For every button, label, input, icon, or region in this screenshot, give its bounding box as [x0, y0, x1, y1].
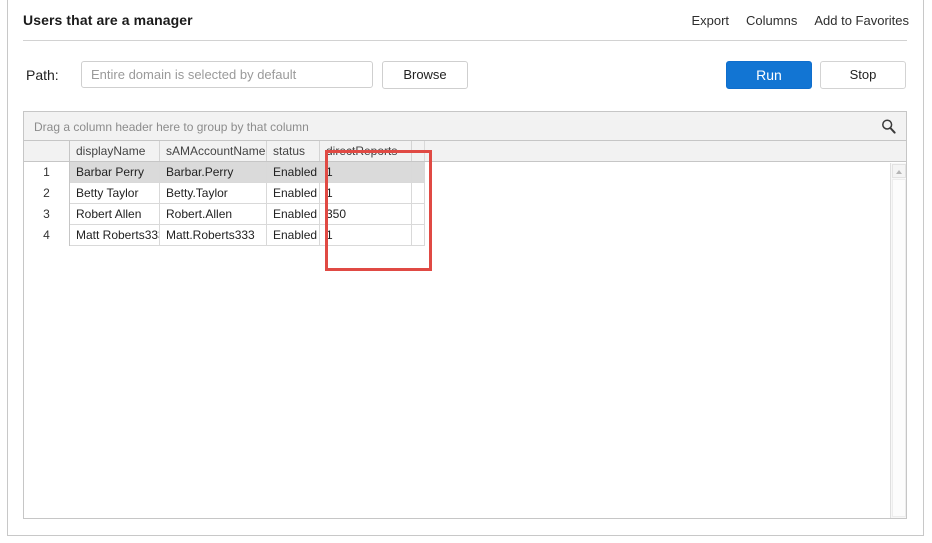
cell-displayname[interactable]: Betty Taylor: [70, 183, 160, 204]
grid-header-row: displayName sAMAccountName status direct…: [24, 141, 906, 162]
cell-directreports[interactable]: 1: [320, 225, 412, 246]
header-actions: Export Columns Add to Favorites: [691, 13, 909, 28]
page-title: Users that are a manager: [23, 12, 193, 28]
path-label: Path:: [26, 67, 59, 83]
row-number: 2: [24, 183, 70, 204]
group-by-panel-hint: Drag a column header here to group by th…: [34, 120, 309, 134]
table-row[interactable]: 2 Betty Taylor Betty.Taylor Enabled 1: [24, 183, 906, 204]
cell-directreports[interactable]: 1: [320, 162, 412, 183]
scrollbar-thumb[interactable]: [892, 179, 906, 517]
toolbar: Path: Browse Run Stop: [8, 41, 923, 99]
cell-status[interactable]: Enabled: [267, 183, 320, 204]
cell-status[interactable]: Enabled: [267, 225, 320, 246]
cell-samaccountname[interactable]: Betty.Taylor: [160, 183, 267, 204]
window-bottom-strip: [0, 537, 932, 543]
grid-header-displayname[interactable]: displayName: [70, 141, 160, 161]
grid-header-rownum: [24, 141, 70, 161]
cell-blank: [412, 162, 425, 183]
cell-blank: [412, 204, 425, 225]
search-icon[interactable]: [880, 118, 897, 135]
columns-link[interactable]: Columns: [746, 13, 797, 28]
cell-displayname[interactable]: Matt Roberts333: [70, 225, 160, 246]
cell-blank: [412, 183, 425, 204]
grid-header-directreports[interactable]: directReports: [320, 141, 412, 161]
cell-status[interactable]: Enabled: [267, 162, 320, 183]
grid-header-status[interactable]: status: [267, 141, 320, 161]
application-window: Users that are a manager Export Columns …: [7, 0, 924, 536]
grid-header-blank: [412, 141, 425, 161]
row-number: 1: [24, 162, 70, 183]
cell-displayname[interactable]: Barbar Perry: [70, 162, 160, 183]
cell-blank: [412, 225, 425, 246]
page-header: Users that are a manager Export Columns …: [8, 0, 923, 40]
run-button[interactable]: Run: [726, 61, 812, 89]
table-row[interactable]: 1 Barbar Perry Barbar.Perry Enabled 1: [24, 162, 906, 183]
row-number: 4: [24, 225, 70, 246]
grid-body: 1 Barbar Perry Barbar.Perry Enabled 1 2 …: [24, 162, 906, 246]
results-grid: Drag a column header here to group by th…: [23, 111, 907, 519]
caret-up-icon[interactable]: [892, 164, 906, 178]
grid-header-samaccountname[interactable]: sAMAccountName: [160, 141, 267, 161]
cell-samaccountname[interactable]: Barbar.Perry: [160, 162, 267, 183]
cell-displayname[interactable]: Robert Allen: [70, 204, 160, 225]
table-row[interactable]: 3 Robert Allen Robert.Allen Enabled 350: [24, 204, 906, 225]
export-link[interactable]: Export: [691, 13, 729, 28]
grid-vertical-scrollbar[interactable]: [890, 163, 906, 518]
cell-samaccountname[interactable]: Matt.Roberts333: [160, 225, 267, 246]
cell-samaccountname[interactable]: Robert.Allen: [160, 204, 267, 225]
add-to-favorites-link[interactable]: Add to Favorites: [814, 13, 909, 28]
path-input[interactable]: [81, 61, 373, 88]
stop-button[interactable]: Stop: [820, 61, 906, 89]
row-number: 3: [24, 204, 70, 225]
browse-button[interactable]: Browse: [382, 61, 468, 89]
cell-directreports[interactable]: 350: [320, 204, 412, 225]
group-by-panel[interactable]: Drag a column header here to group by th…: [24, 112, 906, 141]
cell-status[interactable]: Enabled: [267, 204, 320, 225]
cell-directreports[interactable]: 1: [320, 183, 412, 204]
table-row[interactable]: 4 Matt Roberts333 Matt.Roberts333 Enable…: [24, 225, 906, 246]
